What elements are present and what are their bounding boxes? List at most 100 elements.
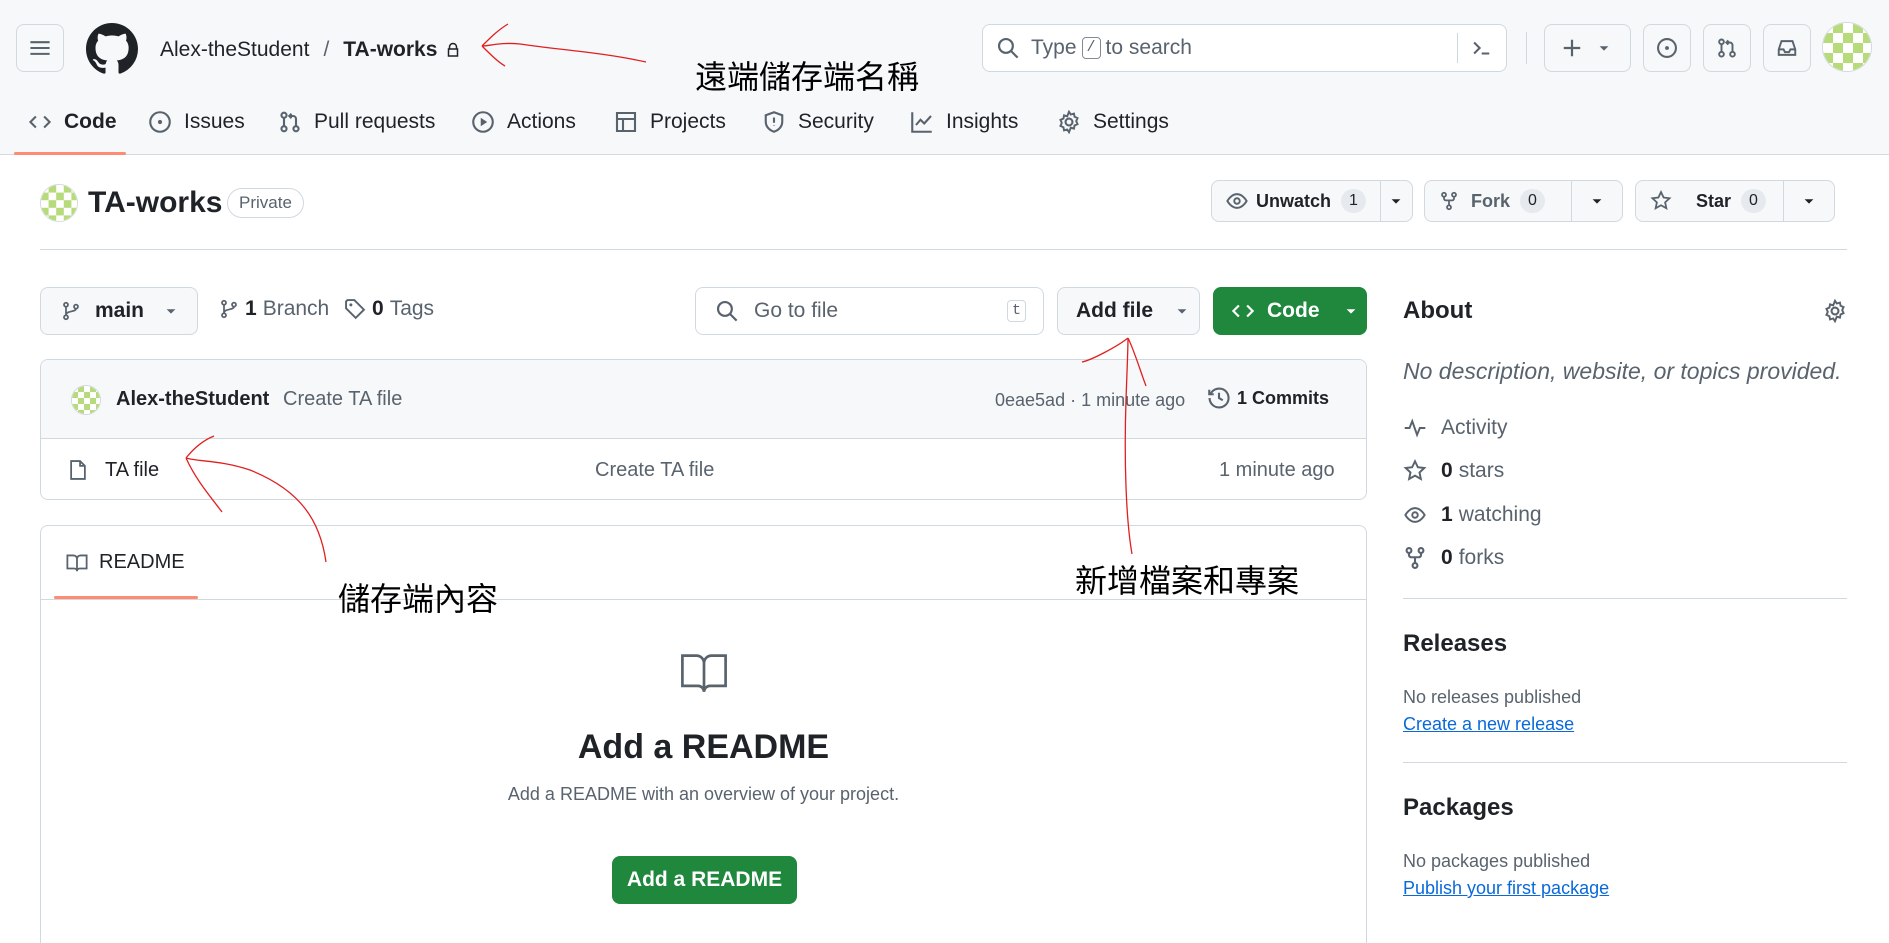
add-readme-button[interactable]: Add a README [612, 856, 797, 904]
tags-count: 0 [372, 297, 384, 320]
search-divider [1457, 33, 1458, 63]
tab-insights[interactable]: Insights [910, 104, 1018, 140]
search-placeholder-suffix: to search [1105, 36, 1192, 59]
unwatch-button[interactable]: Unwatch 1 [1212, 181, 1381, 221]
fork-count: 0 [1520, 189, 1545, 213]
breadcrumb-owner[interactable]: Alex-theStudent [160, 38, 309, 62]
commit-message[interactable]: Create TA file [283, 388, 402, 411]
pull-requests-button[interactable] [1703, 24, 1751, 72]
command-palette-icon[interactable] [1469, 37, 1493, 59]
go-to-file-input[interactable]: Go to file t [695, 287, 1044, 335]
header-divider [1526, 32, 1527, 64]
fork-dropdown[interactable] [1572, 181, 1622, 221]
code-button-label: Code [1267, 299, 1320, 322]
eye-icon [1404, 507, 1426, 523]
commit-author-avatar[interactable] [71, 385, 101, 415]
star-icon [1650, 190, 1672, 211]
tab-security[interactable]: Security [762, 104, 874, 140]
tags-link[interactable]: 0 Tags [344, 297, 434, 321]
commits-count: 1 [1237, 387, 1248, 408]
stars-link[interactable]: 0 stars [1403, 459, 1504, 483]
star-icon [1403, 459, 1427, 481]
create-new-button[interactable] [1544, 24, 1631, 72]
file-list: Alex-theStudent Create TA file 0eae5ad ·… [40, 359, 1367, 500]
sidebar-divider [1403, 598, 1847, 599]
menu-button[interactable] [16, 24, 64, 72]
tags-count-label: Tags [389, 297, 435, 320]
tab-issues[interactable]: Issues [148, 104, 245, 140]
search-placeholder-prefix: Type [1031, 36, 1077, 59]
repo-title[interactable]: TA-works [88, 186, 222, 220]
tab-settings[interactable]: Settings [1057, 104, 1169, 140]
search-icon [997, 37, 1019, 59]
forks-label: forks [1458, 546, 1505, 569]
repo-avatar [40, 184, 78, 222]
readme-tab-indicator [54, 596, 198, 599]
code-button[interactable]: Code [1213, 287, 1367, 335]
stars-label: stars [1458, 459, 1505, 482]
sidebar-divider [1403, 762, 1847, 763]
git-branch-icon [221, 299, 237, 319]
create-release-link[interactable]: Create a new release [1403, 714, 1574, 735]
issue-opened-icon [1657, 38, 1677, 58]
watching-label: watching [1458, 503, 1542, 526]
tab-actions[interactable]: Actions [471, 104, 576, 140]
gear-icon [1059, 110, 1079, 134]
search-input[interactable]: Type / to search [982, 24, 1507, 72]
gear-icon[interactable] [1823, 299, 1847, 323]
readme-empty-subtext: Add a README with an overview of your pr… [507, 784, 900, 804]
star-dropdown[interactable] [1784, 181, 1834, 221]
publish-package-link[interactable]: Publish your first package [1403, 878, 1609, 899]
hamburger-icon [30, 41, 50, 55]
forks-count: 0 [1441, 546, 1453, 569]
breadcrumb-repo[interactable]: TA-works [343, 38, 437, 62]
annotation-repo-name: 遠端儲存端名稱 [695, 58, 920, 96]
book-icon [681, 654, 727, 693]
commit-hash-time[interactable]: 0eae5ad · 1 minute ago [995, 390, 1185, 411]
branch-select[interactable]: main [40, 287, 198, 335]
triangle-down-icon [1346, 309, 1355, 314]
readme-tab[interactable]: README [65, 551, 185, 574]
tag-icon [345, 299, 366, 320]
activity-link[interactable]: Activity [1403, 416, 1508, 440]
fork-button[interactable]: Fork 0 [1425, 181, 1572, 221]
repo-header-divider [40, 249, 1847, 250]
fork-button-group: Fork 0 [1424, 180, 1623, 222]
tab-code[interactable]: Code [28, 104, 117, 140]
watching-link[interactable]: 1 watching [1403, 503, 1542, 527]
active-tab-indicator [14, 152, 126, 155]
commit-author[interactable]: Alex-theStudent [116, 388, 269, 411]
file-name[interactable]: TA file [105, 459, 159, 482]
triangle-down-icon [1804, 199, 1814, 204]
github-logo-icon[interactable] [86, 23, 138, 75]
branch-count: 1 [245, 297, 257, 320]
file-row[interactable]: TA file Create TA file 1 minute ago [41, 439, 1366, 499]
watch-dropdown[interactable] [1381, 181, 1412, 221]
tab-pull-requests[interactable]: Pull requests [278, 104, 435, 140]
forks-link[interactable]: 0 forks [1403, 546, 1504, 570]
graph-icon [911, 112, 932, 133]
add-file-button[interactable]: Add file [1057, 287, 1200, 335]
commits-link[interactable]: 1 Commits [1207, 386, 1329, 410]
fork-label: Fork [1471, 190, 1511, 211]
file-commit-message[interactable]: Create TA file [595, 459, 714, 482]
branches-link[interactable]: 1 Branch [219, 297, 329, 321]
inbox-button[interactable] [1763, 24, 1811, 72]
issues-button[interactable] [1643, 24, 1691, 72]
breadcrumb-separator: / [323, 38, 330, 61]
search-icon [716, 300, 738, 322]
global-header: Alex-theStudent / TA-works Type / to sea… [0, 0, 1889, 155]
eye-icon [1226, 193, 1248, 209]
git-pull-request-icon [1718, 38, 1736, 58]
user-avatar[interactable] [1822, 22, 1872, 72]
triangle-down-icon [1599, 46, 1609, 51]
tab-security-label: Security [798, 110, 874, 133]
tab-projects[interactable]: Projects [614, 104, 726, 140]
book-icon [66, 554, 88, 571]
star-button-group: Star 0 [1635, 180, 1835, 222]
lock-icon [448, 42, 459, 57]
releases-title[interactable]: Releases [1403, 630, 1507, 658]
play-icon [472, 111, 494, 133]
packages-title[interactable]: Packages [1403, 794, 1514, 822]
star-button[interactable]: Star 0 [1636, 181, 1784, 221]
